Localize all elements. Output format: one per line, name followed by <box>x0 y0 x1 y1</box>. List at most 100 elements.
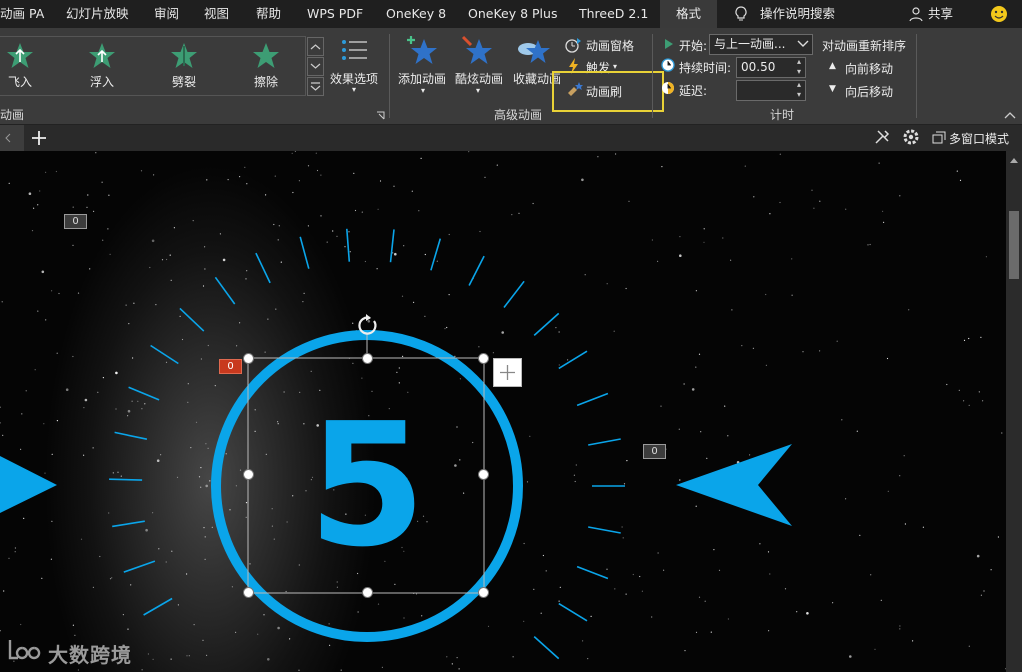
tick-mark <box>503 280 525 308</box>
tab-threed[interactable]: ThreeD 2.1 <box>579 0 648 28</box>
duration-stepper[interactable]: ▴ ▾ <box>793 57 805 78</box>
tick-mark <box>576 565 609 580</box>
gallery-expand-icon <box>310 82 321 91</box>
tick-mark <box>123 560 156 573</box>
dialog-launcher-icon[interactable] <box>376 111 385 120</box>
resize-handle[interactable] <box>362 353 373 364</box>
move-earlier-button[interactable]: 向前移动 <box>845 60 893 77</box>
group-divider <box>916 34 917 118</box>
layout-options-button[interactable] <box>493 358 522 387</box>
plus-icon[interactable] <box>31 130 47 146</box>
delay-stepper[interactable]: ▴ ▾ <box>793 80 805 101</box>
tick-mark <box>299 236 310 269</box>
share-button[interactable]: 共享 <box>928 0 953 28</box>
tick-mark <box>533 312 560 336</box>
gallery-scroll-down[interactable] <box>307 57 324 76</box>
trigger-caret-icon: ▾ <box>613 62 618 71</box>
stepper-down-icon: ▾ <box>796 67 801 76</box>
left-arrow-shape[interactable] <box>0 456 57 513</box>
delay-label: 延迟: <box>679 84 708 98</box>
tab-wps-pdf[interactable]: WPS PDF <box>307 0 363 28</box>
rotate-arrowhead <box>366 314 371 321</box>
tick-mark <box>346 228 351 262</box>
tick-mark <box>143 597 173 616</box>
play-start-icon <box>665 39 673 49</box>
wipe-star-icon <box>253 43 279 68</box>
gallery-scroll-up[interactable] <box>307 37 324 56</box>
tab-onekey-8[interactable]: OneKey 8 <box>386 0 446 28</box>
highlight-box <box>552 71 664 112</box>
resize-handle[interactable] <box>478 587 489 598</box>
float-in-star-icon <box>89 43 115 68</box>
animation-pane-button[interactable]: 动画窗格 <box>586 37 634 54</box>
chevron-down-icon <box>797 40 809 47</box>
group-divider <box>652 34 653 118</box>
animation-order-badge[interactable]: 0 <box>64 214 87 229</box>
resize-handle[interactable] <box>243 353 254 364</box>
start-label: 开始: <box>679 39 708 53</box>
stepper-up-icon: ▴ <box>796 57 801 66</box>
fly-in-star-icon <box>7 43 33 68</box>
tick-mark <box>214 276 236 305</box>
lightbulb-icon <box>735 6 747 21</box>
favorite-animation-star-icon <box>518 40 550 63</box>
gallery-more-button[interactable] <box>307 77 324 96</box>
multi-window-icon <box>932 131 946 144</box>
tab-help[interactable]: 帮助 <box>256 0 281 28</box>
start-value: 与上一动画... <box>714 37 786 51</box>
watermark-logo-icon <box>8 640 41 660</box>
anim-fly-in[interactable]: 飞入 <box>8 73 32 90</box>
tab-animation-pa[interactable]: 动画 PA <box>0 0 44 28</box>
tick-mark <box>114 431 148 440</box>
clock-duration-icon <box>661 58 675 72</box>
triangle-down-icon: ▼ <box>829 84 836 94</box>
tab-slideshow[interactable]: 幻灯片放映 <box>66 0 129 28</box>
chevron-up-icon <box>310 44 321 50</box>
vertical-scrollbar[interactable] <box>1006 151 1022 672</box>
anim-split[interactable]: 劈裂 <box>172 73 196 90</box>
move-later-button[interactable]: 向后移动 <box>845 83 893 100</box>
group-divider <box>389 34 390 118</box>
right-arrow-shape[interactable] <box>676 444 792 526</box>
tick-mark <box>576 392 609 407</box>
gear-icon[interactable] <box>903 129 919 145</box>
resize-handle[interactable] <box>478 353 489 364</box>
cool-animation-button[interactable]: 酷炫动画 <box>455 70 503 87</box>
cool-animation-star-icon <box>461 35 492 64</box>
scroll-thumb[interactable] <box>1009 211 1019 279</box>
anim-float-in[interactable]: 浮入 <box>90 73 114 90</box>
resize-handle[interactable] <box>243 587 254 598</box>
duration-value: 00.50 <box>741 60 776 74</box>
resize-handle[interactable] <box>478 469 489 480</box>
tools-icon[interactable] <box>874 129 890 145</box>
resize-handle[interactable] <box>362 587 373 598</box>
ribbon-tab-bar: 动画 PA 幻灯片放映 审阅 视图 帮助 WPS PDF OneKey 8 On… <box>0 0 1022 28</box>
tab-view[interactable]: 视图 <box>204 0 229 28</box>
animation-order-badge-selected[interactable]: 0 <box>219 359 242 374</box>
add-animation-button[interactable]: 添加动画 <box>398 70 446 87</box>
stepper-down-icon: ▾ <box>796 90 801 99</box>
tab-review[interactable]: 审阅 <box>154 0 179 28</box>
tab-onekey-8-plus[interactable]: OneKey 8 Plus <box>468 0 557 28</box>
animation-order-badge[interactable]: 0 <box>643 444 666 459</box>
document-tab[interactable] <box>0 125 24 151</box>
tick-mark <box>150 344 179 365</box>
add-animation-caret-icon: ▾ <box>421 86 426 95</box>
search-tell-me[interactable]: 操作说明搜索 <box>760 0 835 28</box>
smiley-feedback-icon[interactable] <box>990 5 1008 23</box>
slide-canvas[interactable]: 5 0 0 0 大数跨境 <box>0 151 1006 672</box>
tick-mark <box>468 255 485 286</box>
tick-mark <box>179 307 205 332</box>
scroll-up-arrow-icon[interactable] <box>1010 157 1018 163</box>
stepper-up-icon: ▴ <box>796 80 801 89</box>
multi-window-button[interactable]: 多窗口模式 <box>949 130 1009 147</box>
anim-wipe[interactable]: 擦除 <box>254 73 278 90</box>
add-animation-star-icon <box>407 36 437 64</box>
reorder-label: 对动画重新排序 <box>822 39 907 53</box>
triangle-up-icon: ▲ <box>829 61 836 71</box>
countdown-number: 5 <box>308 387 426 585</box>
tab-format[interactable]: 格式 <box>660 0 718 28</box>
resize-handle[interactable] <box>243 469 254 480</box>
watermark-text: 大数跨境 <box>48 643 132 667</box>
collapse-ribbon-icon[interactable] <box>1004 111 1016 119</box>
